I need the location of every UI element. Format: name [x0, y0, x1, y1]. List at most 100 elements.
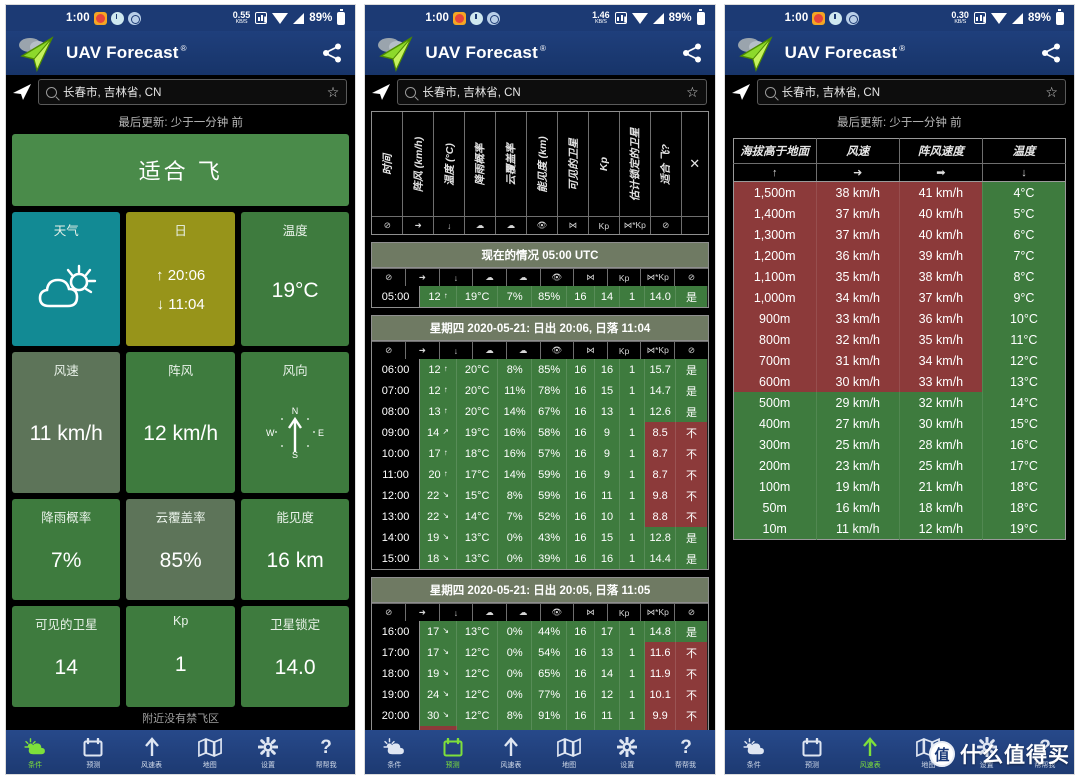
tile-cloud-cover[interactable]: 云覆盖率 85% [126, 498, 235, 600]
share-button[interactable] [321, 42, 343, 64]
cell-precipitation: 0% [497, 527, 533, 548]
cell-kp: 1 [619, 684, 646, 705]
table-row[interactable]: 200m 23 km/h 25 km/h 17°C [733, 455, 1066, 476]
cell-satellites: 14 [594, 286, 620, 307]
cell-cloud-cover: 43% [531, 527, 567, 548]
cell-altitude: 700m [733, 350, 817, 371]
navigation-arrow-icon[interactable] [731, 82, 751, 102]
table-row[interactable]: 1,500m 38 km/h 41 km/h 4°C [733, 181, 1066, 203]
svg-text:?: ? [680, 737, 692, 757]
table-row[interactable]: 12:00 22 ↘ 15°C 8% 59% 16 11 1 9.8 不 [372, 485, 708, 506]
nav-item-sun-cloud[interactable]: 条件 [7, 736, 63, 770]
nav-item-gear[interactable]: 设置 [599, 736, 655, 770]
table-row[interactable]: 16:00 17 ↘ 13°C 0% 44% 16 17 1 14.8 是 [372, 621, 708, 642]
share-button[interactable] [1040, 42, 1062, 64]
table-row[interactable]: 14:00 19 ↘ 13°C 0% 43% 16 15 1 12.8 是 [372, 527, 708, 548]
wind-table-header-icon: ↑ [733, 163, 817, 182]
nav-item-question-mark[interactable]: ? 帮帮我 [658, 736, 714, 770]
cell-time: 18:00 [372, 663, 420, 684]
nav-item-up-arrow[interactable]: 风速表 [842, 736, 898, 770]
navigation-arrow-icon[interactable] [371, 82, 391, 102]
cell-time: 12:00 [372, 485, 420, 506]
table-row[interactable]: 1,400m 37 km/h 40 km/h 5°C [733, 203, 1066, 224]
group-header-icon: ↓ [440, 604, 474, 621]
group-icon-row: ⊘ ➜ ↓ ☁ ☁ 👁 ⋈ Kp ⋈*Kp ⊘ [372, 341, 708, 359]
star-outline-icon[interactable]: ☆ [686, 85, 699, 99]
table-row[interactable]: 17:00 17 ↘ 12°C 0% 54% 16 13 1 11.6 不 [372, 642, 708, 663]
table-row[interactable]: 500m 29 km/h 32 km/h 14°C [733, 392, 1066, 413]
search-input[interactable]: 长春市, 吉林省, CN ☆ [756, 79, 1066, 105]
table-row[interactable]: 09:00 14 ↗ 19°C 16% 58% 16 9 1 8.5 不 [372, 422, 708, 443]
tile-sun[interactable]: 日 ↑ 20:06 ↓ 11:04 [126, 212, 235, 347]
table-row[interactable]: 700m 31 km/h 34 km/h 12°C [733, 350, 1066, 371]
cell-kp: 1 [619, 380, 646, 401]
nav-item-map[interactable]: 地图 [182, 736, 238, 770]
table-row[interactable]: 600m 30 km/h 33 km/h 13°C [733, 371, 1066, 392]
tile-satellites-visible[interactable]: 可见的卫星 14 [12, 605, 121, 707]
table-row[interactable]: 18:00 19 ↘ 12°C 0% 65% 16 14 1 11.9 不 [372, 663, 708, 684]
nav-item-question-mark[interactable]: ? 帮帮我 [298, 736, 354, 770]
table-row[interactable]: 400m 27 km/h 30 km/h 15°C [733, 413, 1066, 434]
wind-table-header-cell: 风速 [816, 138, 900, 164]
tile-precipitation[interactable]: 降雨概率 7% [12, 498, 121, 600]
tile-wind-speed[interactable]: 风速 11 km/h [12, 352, 121, 493]
table-row[interactable]: 08:00 13 ↑ 20°C 14% 67% 16 13 1 12.6 是 [372, 401, 708, 422]
table-row[interactable]: 10m 11 km/h 12 km/h 19°C [733, 518, 1066, 540]
tile-visibility[interactable]: 能见度 16 km [240, 498, 350, 600]
cell-satellite-lock: 9.8 [644, 485, 677, 506]
forecast-groups: 现在的情况 05:00 UTC ⊘ ➜ ↓ ☁ ☁ 👁 ⋈ Kp ⋈*Kp ⊘ 05:00 12 … [371, 242, 709, 730]
table-row[interactable]: 06:00 12 ↑ 20°C 8% 85% 16 16 1 15.7 是 [372, 359, 708, 380]
cell-gust-speed: 38 km/h [899, 266, 983, 287]
cell-temperature: 12°C [456, 684, 498, 705]
table-row[interactable]: 07:00 12 ↑ 20°C 11% 78% 16 15 1 14.7 是 [372, 380, 708, 401]
nav-item-gear[interactable]: 设置 [240, 736, 296, 770]
table-row[interactable]: 20:00 30 ↘ 12°C 8% 91% 16 11 1 9.9 不 [372, 705, 708, 726]
table-row[interactable]: 11:00 20 ↑ 17°C 14% 59% 16 9 1 8.7 不 [372, 464, 708, 485]
nav-item-up-arrow[interactable]: 风速表 [124, 736, 180, 770]
tile-temperature[interactable]: 温度 19°C [240, 212, 350, 347]
close-forecast-button[interactable]: ✕ [682, 112, 708, 216]
star-outline-icon[interactable]: ☆ [327, 85, 340, 99]
wind-table-body: 海拔高于地面 风速 阵风速度 温度 ↑ ➜ ➡ ↓ 1,500m 38 km/h 41 km/… [724, 134, 1074, 730]
up-arrow-icon [861, 736, 879, 758]
cell-altitude: 200m [733, 455, 817, 476]
table-row[interactable]: 1,300m 37 km/h 40 km/h 6°C [733, 224, 1066, 245]
tile-satellite-lock[interactable]: 卫星锁定 14.0 [240, 605, 350, 707]
table-row[interactable]: 800m 32 km/h 35 km/h 11°C [733, 329, 1066, 350]
nav-item-map[interactable]: 地图 [541, 736, 597, 770]
search-input[interactable]: 长春市, 吉林省, CN ☆ [397, 79, 707, 105]
tile-kp[interactable]: Kp 1 [126, 605, 235, 707]
table-row[interactable]: 1,000m 34 km/h 37 km/h 9°C [733, 287, 1066, 308]
tile-weather[interactable]: 天气 [12, 212, 121, 347]
table-row[interactable]: 15:00 18 ↘ 13°C 0% 39% 16 16 1 14.4 是 [372, 548, 708, 569]
table-row[interactable]: 900m 33 km/h 36 km/h 10°C [733, 308, 1066, 329]
share-button[interactable] [681, 42, 703, 64]
nav-item-calendar[interactable]: 预测 [784, 736, 840, 770]
nav-item-up-arrow[interactable]: 风速表 [483, 736, 539, 770]
star-outline-icon[interactable]: ☆ [1045, 85, 1058, 99]
table-row[interactable]: 100m 19 km/h 21 km/h 18°C [733, 476, 1066, 497]
tile-gust[interactable]: 阵风 12 km/h [126, 352, 235, 493]
svg-text:E: E [318, 428, 324, 438]
table-row[interactable]: 300m 25 km/h 28 km/h 16°C [733, 434, 1066, 455]
search-input[interactable]: 长春市, 吉林省, CN ☆ [38, 79, 348, 105]
nav-item-sun-cloud[interactable]: 条件 [366, 736, 422, 770]
table-row[interactable]: 1,100m 35 km/h 38 km/h 8°C [733, 266, 1066, 287]
table-row[interactable]: 1,200m 36 km/h 39 km/h 7°C [733, 245, 1066, 266]
table-row[interactable]: 50m 16 km/h 18 km/h 18°C [733, 497, 1066, 518]
nav-item-sun-cloud[interactable]: 条件 [726, 736, 782, 770]
cell-precipitation: 0% [497, 642, 533, 663]
navigation-arrow-icon[interactable] [12, 82, 32, 102]
nav-item-calendar[interactable]: 预测 [425, 736, 481, 770]
table-row[interactable]: 19:00 24 ↘ 12°C 0% 77% 16 12 1 10.1 不 [372, 684, 708, 705]
cell-time: 19:00 [372, 684, 420, 705]
table-row[interactable]: 13:00 22 ↘ 14°C 7% 52% 16 10 1 8.8 不 [372, 506, 708, 527]
forecast-header-icon: ⊘ [651, 217, 682, 234]
app-logo-icon [735, 34, 779, 73]
cell-time: 08:00 [372, 401, 420, 422]
table-row[interactable]: 10:00 17 ↑ 18°C 16% 57% 16 9 1 8.7 不 [372, 443, 708, 464]
table-row[interactable]: 05:00 12 ↑ 19°C 7% 85% 16 14 1 14.0 是 [372, 286, 708, 307]
nav-item-calendar[interactable]: 预测 [65, 736, 121, 770]
tile-wind-direction[interactable]: 风向 N S W E [240, 352, 350, 493]
